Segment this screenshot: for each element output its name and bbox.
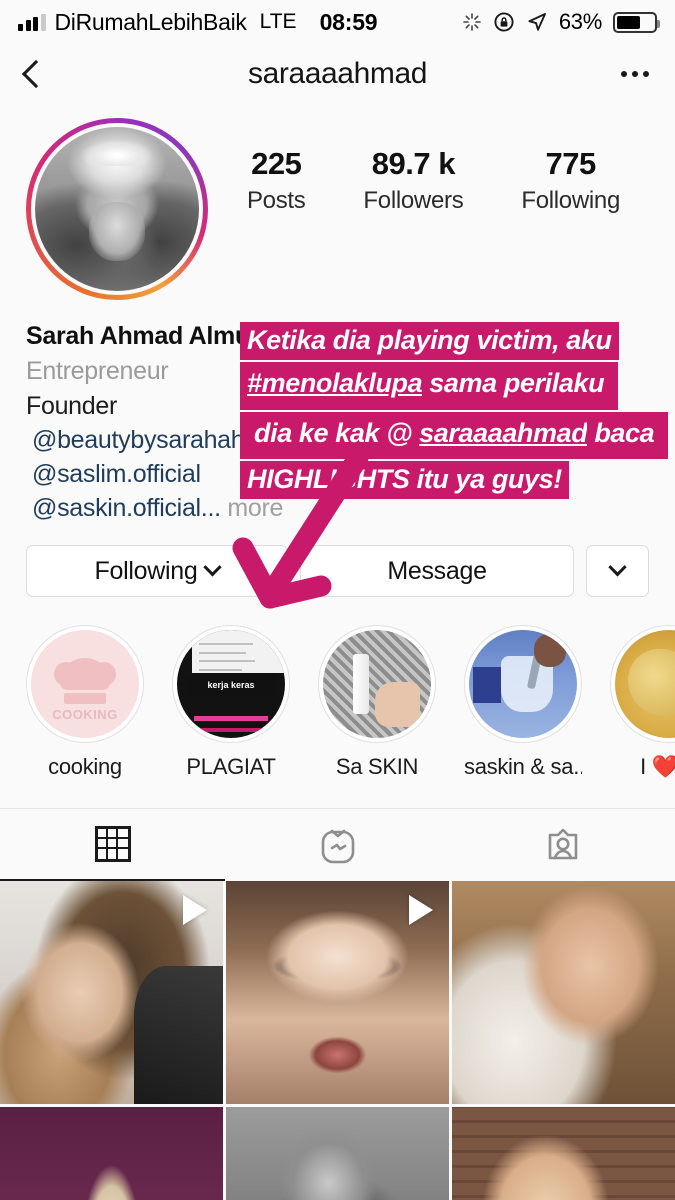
signal-bars-icon: [18, 13, 46, 31]
highlight-i-love-food[interactable]: I ❤️ F: [610, 625, 675, 780]
followers-count: 89.7 k: [371, 146, 456, 181]
status-bar: DiRumahLebihBaik LTE 08:59 63%: [0, 0, 675, 44]
battery-percent: 63%: [558, 9, 602, 34]
avatar[interactable]: [31, 123, 203, 295]
bio-role: Founder: [26, 392, 118, 420]
cooking-chef-hat-thumb: COOKING: [31, 630, 139, 738]
following-button[interactable]: Following: [26, 545, 288, 597]
profile-stats: 225 Posts 89.7 k Followers 775 Following: [208, 118, 649, 215]
following-label: Following: [521, 187, 621, 214]
tab-grid[interactable]: [0, 809, 225, 881]
ellipsis-icon[interactable]: [621, 71, 649, 77]
stat-followers[interactable]: 89.7 k Followers: [363, 146, 463, 215]
followers-label: Followers: [363, 187, 464, 214]
tab-tagged[interactable]: [450, 809, 675, 881]
blue-glass-thumb: [469, 630, 577, 738]
post-thumbnail[interactable]: [226, 881, 449, 1104]
post-thumbnail[interactable]: [0, 881, 223, 1104]
highlight-label: Sa SKIN: [335, 754, 419, 779]
profile-action-buttons: Following Message: [0, 523, 675, 597]
display-name: Sarah Ahmad Almusaiteer: [26, 322, 329, 350]
chevron-down-icon: [608, 557, 627, 576]
battery-icon: [613, 11, 660, 33]
grid-icon: [94, 826, 131, 862]
bio-link-1[interactable]: @beautybysarahahmad: [26, 426, 649, 455]
bio-more-link[interactable]: more: [227, 494, 283, 522]
bio-link-2[interactable]: @saslim.official: [26, 460, 649, 489]
highlight-label: I ❤️ F: [640, 754, 675, 779]
profile-header: 225 Posts 89.7 k Followers 775 Following: [0, 104, 675, 300]
highlight-label: saskin & sa...: [464, 754, 582, 779]
chevron-down-icon: [203, 557, 223, 576]
highlight-label: PLAGIAT: [186, 754, 276, 779]
spinner-icon: [463, 13, 481, 31]
bio-link-3[interactable]: @saskin.official... more: [26, 494, 649, 523]
rotation-lock-icon: [494, 12, 514, 32]
avatar-image: [35, 127, 199, 291]
location-arrow-icon: [528, 13, 546, 31]
video-play-icon: [183, 895, 207, 925]
posts-label: Posts: [246, 187, 306, 214]
highlight-label: cooking: [48, 754, 122, 779]
plagiat-thumb-text: kerja keras: [207, 679, 255, 690]
profile-tab-bar: [0, 808, 675, 881]
plagiat-screenshot-thumb: kerja keras: [177, 630, 285, 738]
avatar-story-ring[interactable]: [26, 118, 208, 300]
posts-count: 225: [251, 146, 302, 181]
story-highlights-row: COOKING cooking kerja keras PLAGIAT Sa S…: [0, 597, 675, 780]
suggestions-dropdown-button[interactable]: [586, 545, 649, 597]
navigation-bar: saraaaahmad: [0, 44, 675, 104]
post-thumbnail[interactable]: [226, 1107, 449, 1200]
video-play-icon: [409, 895, 433, 925]
status-bar-clock: 08:59: [319, 8, 378, 35]
page-title: saraaaahmad: [247, 57, 428, 90]
highlight-sa-skin[interactable]: Sa SKIN: [318, 625, 436, 780]
following-button-label: Following: [94, 556, 198, 585]
carrier-name: DiRumahLebihBaik: [54, 8, 247, 35]
bio-link-3-text: @saskin.official...: [32, 494, 221, 522]
tab-igtv[interactable]: [225, 809, 450, 881]
profile-bio: Sarah Ahmad Almusaiteer Entrepreneur Fou…: [0, 300, 675, 523]
post-thumbnail[interactable]: [0, 1107, 223, 1200]
bio-category: Entrepreneur: [26, 357, 169, 385]
tagged-person-icon: [548, 828, 577, 860]
highlight-saskin-sa[interactable]: saskin & sa...: [464, 625, 582, 780]
highlight-cooking[interactable]: COOKING cooking: [26, 625, 144, 780]
stat-posts[interactable]: 225 Posts: [247, 146, 306, 215]
cooking-thumb-text: COOKING: [52, 707, 118, 722]
igtv-icon: [321, 829, 354, 864]
highlight-plagiat[interactable]: kerja keras PLAGIAT: [172, 625, 290, 780]
food-thumb: [615, 630, 675, 738]
back-chevron-icon[interactable]: [21, 59, 51, 89]
post-thumbnail[interactable]: [452, 881, 675, 1104]
following-count: 775: [545, 146, 597, 181]
stat-following[interactable]: 775 Following: [521, 146, 620, 215]
instagram-profile-screen: DiRumahLebihBaik LTE 08:59 63% saraaaahm…: [0, 0, 675, 1200]
post-grid: [0, 881, 675, 1200]
post-thumbnail[interactable]: [452, 1107, 675, 1200]
skin-bottle-thumb: [323, 630, 431, 738]
message-button[interactable]: Message: [300, 545, 574, 597]
network-type: LTE: [259, 10, 297, 33]
message-button-label: Message: [387, 556, 487, 585]
